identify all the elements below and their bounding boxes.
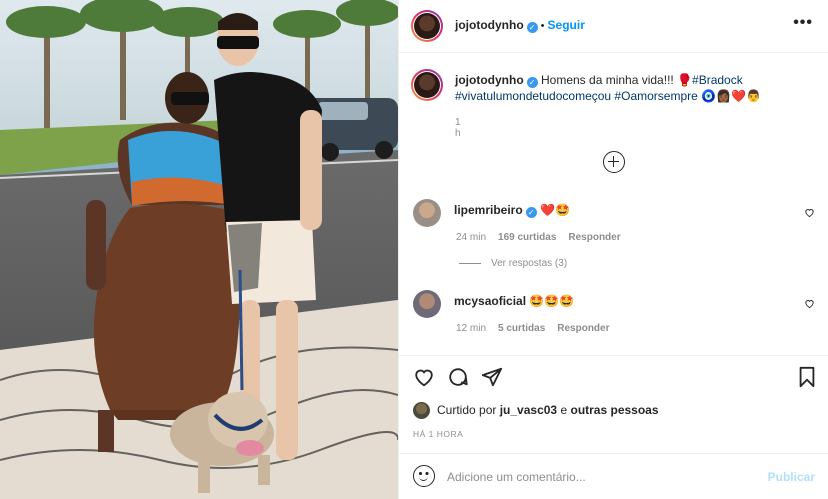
caption-time: 1 h: [455, 117, 461, 139]
publish-button[interactable]: Publicar: [768, 470, 815, 484]
verified-badge-icon: ✓: [525, 207, 537, 218]
comment-body: lipemribeiro ✓ ❤️🤩: [454, 203, 570, 218]
more-options-icon[interactable]: •••: [793, 14, 813, 32]
reply-button[interactable]: Responder: [557, 323, 609, 334]
caption-text: Homens da minha vida!!! 🥊: [541, 73, 693, 87]
verified-badge-icon: ✓: [526, 77, 538, 88]
liker-username[interactable]: ju_vasc03: [500, 403, 557, 417]
commenter-avatar[interactable]: [413, 199, 441, 227]
post-photo[interactable]: [0, 0, 398, 499]
comment-time: 24 min: [456, 232, 487, 243]
liked-by-prefix: Curtido por: [437, 403, 497, 417]
comment-meta: 24 min 169 curtidas Responder: [456, 232, 633, 243]
author-avatar[interactable]: [411, 10, 443, 42]
photo-illustration: [0, 0, 398, 499]
comment-text: 🤩🤩🤩: [529, 294, 575, 308]
post-actions: [399, 355, 828, 391]
caption-text-block: jojotodynho ✓ Homens da minha vida!!! 🥊#B…: [455, 72, 795, 104]
commenter-avatar[interactable]: [413, 290, 441, 318]
author-username[interactable]: jojotodynho: [455, 18, 524, 32]
liker-avatar[interactable]: [413, 402, 430, 419]
hashtag-bradock[interactable]: #Bradock: [692, 73, 743, 87]
post-timestamp[interactable]: HÁ 1 HORA: [413, 429, 463, 439]
comment-text: ❤️🤩: [540, 203, 570, 217]
share-paper-plane-icon[interactable]: [481, 366, 503, 388]
commenter-username[interactable]: lipemribeiro: [454, 203, 523, 217]
comment-likes[interactable]: 169 curtidas: [498, 232, 556, 243]
reply-button[interactable]: Responder: [568, 232, 620, 243]
add-comment-bar: Publicar: [399, 453, 828, 499]
comment-input[interactable]: [447, 468, 747, 486]
comment-bubble-icon[interactable]: [447, 366, 469, 388]
post-panel: jojotodynho ✓ • Seguir ••• jojotodynho ✓ Hom…: [398, 0, 828, 499]
view-replies-button[interactable]: Ver respostas (3): [459, 258, 567, 269]
replies-divider: [459, 262, 481, 264]
like-comment-heart-icon[interactable]: [804, 298, 815, 309]
comment-meta: 12 min 5 curtidas Responder: [456, 323, 622, 334]
hashtag-line[interactable]: #vivatulumondetudocomeçou #Oamorsempre: [455, 89, 698, 103]
commenter-username[interactable]: mcysaoficial: [454, 294, 526, 308]
caption-avatar[interactable]: [411, 69, 443, 101]
save-bookmark-icon[interactable]: [796, 366, 818, 388]
like-comment-heart-icon[interactable]: [804, 207, 815, 218]
other-likers-link[interactable]: outras pessoas: [570, 403, 658, 417]
caption-username[interactable]: jojotodynho: [455, 73, 524, 87]
comment-likes[interactable]: 5 curtidas: [498, 323, 545, 334]
like-heart-icon[interactable]: [413, 366, 435, 388]
liked-by-connector: e: [560, 403, 568, 417]
comment-body: mcysaoficial 🤩🤩🤩: [454, 294, 574, 308]
comment-time: 12 min: [456, 323, 487, 334]
separator-dot: •: [540, 20, 545, 32]
follow-button[interactable]: Seguir: [548, 18, 585, 32]
view-replies-label: Ver respostas (3): [491, 258, 568, 269]
emoji-picker-icon[interactable]: [413, 465, 435, 487]
verified-badge-icon: ✓: [526, 22, 538, 33]
caption-emojis: 🧿👩🏾‍❤️‍👨: [701, 89, 761, 103]
load-more-comments-icon[interactable]: [603, 151, 625, 173]
post-header: jojotodynho ✓ • Seguir •••: [399, 0, 828, 53]
liked-by-text: Curtido por ju_vasc03 e outras pessoas: [437, 403, 659, 417]
